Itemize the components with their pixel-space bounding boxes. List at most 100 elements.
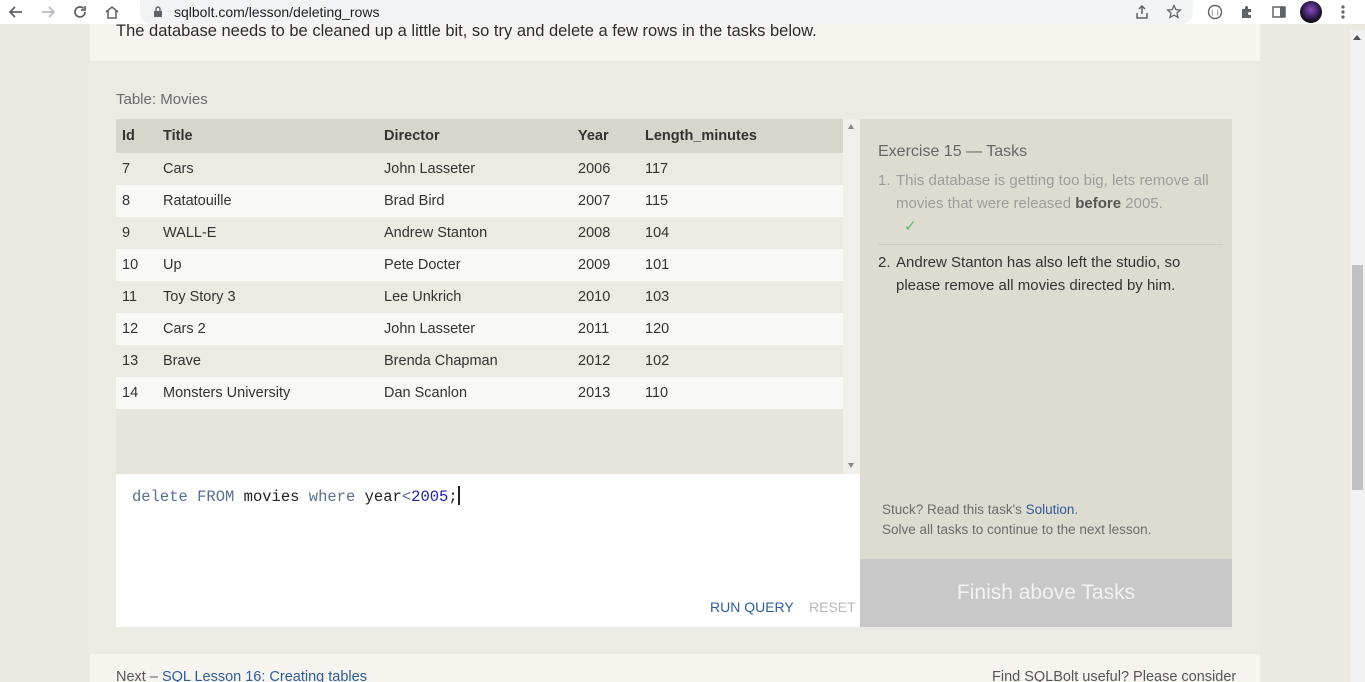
address-bar[interactable]: sqlbolt.com/lesson/deleting_rows: [140, 0, 1193, 24]
table-cell: 101: [639, 249, 843, 281]
table-cell: John Lasseter: [378, 153, 572, 185]
bookmark-star-icon[interactable]: [1163, 1, 1185, 23]
movies-table: Id Title Director Year Length_minutes 7 …: [116, 119, 843, 409]
table-row: 13 Brave Brenda Chapman 2012 102: [116, 345, 843, 377]
sql-keyword: delete: [132, 488, 188, 506]
table-cell: 102: [639, 345, 843, 377]
url-text[interactable]: sqlbolt.com/lesson/deleting_rows: [174, 4, 379, 20]
table-row: 12 Cars 2 John Lasseter 2011 120: [116, 313, 843, 345]
table-cell: 120: [639, 313, 843, 345]
solve-all-note: Solve all tasks to continue to the next …: [882, 522, 1152, 537]
sql-semicolon: ;: [448, 488, 458, 506]
lock-icon[interactable]: [152, 6, 164, 18]
table-cell: Pete Docter: [378, 249, 572, 281]
table-cell: WALL-E: [157, 217, 378, 249]
scrollbar-thumb[interactable]: [1352, 265, 1363, 490]
table-cell: Brenda Chapman: [378, 345, 572, 377]
table-cell: 7: [116, 153, 157, 185]
scroll-up-arrow-icon[interactable]: [848, 124, 854, 129]
column-header: Length_minutes: [639, 119, 843, 153]
task-number: 1.: [878, 172, 891, 189]
stuck-hint: Stuck? Read this task's Solution.: [882, 502, 1078, 517]
table-cell: Andrew Stanton: [378, 217, 572, 249]
sql-operator: <: [401, 488, 412, 506]
lesson-page: The database needs to be cleaned up a li…: [90, 22, 1260, 682]
table-cell: Up: [157, 249, 378, 281]
table-row: 11 Toy Story 3 Lee Unkrich 2010 103: [116, 281, 843, 313]
reset-button[interactable]: RESET: [809, 599, 856, 615]
extension-circle-icon[interactable]: ( ): [1203, 0, 1227, 24]
scroll-down-arrow-icon[interactable]: [848, 463, 854, 468]
results-scrollbar[interactable]: [843, 119, 860, 474]
browser-toolbar: sqlbolt.com/lesson/deleting_rows ( ): [0, 0, 1365, 24]
column-header: Year: [572, 119, 639, 153]
task-number: 2.: [878, 254, 891, 271]
task-list: 1. This database is getting too big, let…: [878, 169, 1223, 303]
table-cell: 2013: [572, 377, 639, 409]
table-cell: Dan Scanlon: [378, 377, 572, 409]
table-cell: 8: [116, 185, 157, 217]
sql-query-text[interactable]: delete FROM movies where year<2005;: [132, 486, 460, 506]
run-query-button[interactable]: RUN QUERY: [710, 599, 794, 615]
page-scrollbar[interactable]: [1350, 30, 1365, 682]
finish-tasks-button[interactable]: Finish above Tasks: [860, 559, 1232, 627]
task-text: This database is getting too big, lets r…: [896, 169, 1223, 238]
svg-text:( ): ( ): [1211, 9, 1219, 17]
side-panel-icon[interactable]: [1267, 0, 1291, 24]
task-text: Andrew Stanton has also left the studio,…: [896, 254, 1181, 294]
task-item: 2. Andrew Stanton has also left the stud…: [878, 251, 1223, 303]
task-text-part: 2005.: [1121, 195, 1163, 212]
sql-number: 2005: [411, 488, 449, 506]
table-cell: 11: [116, 281, 157, 313]
table-row: 8 Ratatouille Brad Bird 2007 115: [116, 185, 843, 217]
table-cell: Monsters University: [157, 377, 378, 409]
stuck-text-end: .: [1074, 502, 1079, 517]
sql-editor[interactable]: delete FROM movies where year<2005; RUN …: [116, 474, 860, 627]
checkmark-icon: ✓: [904, 218, 917, 235]
sql-identifier: year: [364, 488, 402, 506]
stuck-text: Stuck? Read this task's: [882, 502, 1026, 517]
table-cell: 110: [639, 377, 843, 409]
table-cell: 2006: [572, 153, 639, 185]
table-cell: 2010: [572, 281, 639, 313]
scroll-up-arrow-icon[interactable]: [1353, 35, 1361, 40]
reload-icon[interactable]: [64, 0, 96, 24]
table-row: 9 WALL-E Andrew Stanton 2008 104: [116, 217, 843, 249]
table-row: 7 Cars John Lasseter 2006 117: [116, 153, 843, 185]
table-cell: 2007: [572, 185, 639, 217]
tasks-panel: Exercise 15 — Tasks 1. This database is …: [860, 119, 1232, 627]
table-cell: 10: [116, 249, 157, 281]
table-cell: 2008: [572, 217, 639, 249]
column-header: Title: [157, 119, 378, 153]
table-row: 14 Monsters University Dan Scanlon 2013 …: [116, 377, 843, 409]
lesson-intro-text: The database needs to be cleaned up a li…: [116, 22, 817, 40]
table-cell: Ratatouille: [157, 185, 378, 217]
solution-link[interactable]: Solution: [1026, 502, 1075, 517]
table-cell: Toy Story 3: [157, 281, 378, 313]
table-cell: 9: [116, 217, 157, 249]
home-icon[interactable]: [96, 0, 128, 24]
sql-keyword: where: [308, 488, 356, 506]
table-cell: Lee Unkrich: [378, 281, 572, 313]
table-cell: 104: [639, 217, 843, 249]
extensions-puzzle-icon[interactable]: [1235, 0, 1259, 24]
sql-keyword: FROM: [197, 488, 235, 506]
text-cursor: [457, 486, 460, 505]
profile-avatar[interactable]: [1299, 0, 1323, 24]
table-cell: 2012: [572, 345, 639, 377]
query-results: Id Title Director Year Length_minutes 7 …: [116, 119, 843, 474]
task-item-completed: 1. This database is getting too big, let…: [878, 169, 1223, 245]
table-cell: 117: [639, 153, 843, 185]
column-header: Id: [116, 119, 157, 153]
table-cell: Brave: [157, 345, 378, 377]
next-lesson-link[interactable]: SQL Lesson 16: Creating tables: [162, 669, 367, 682]
kebab-menu-icon[interactable]: [1331, 0, 1355, 24]
table-cell: 115: [639, 185, 843, 217]
table-cell: 13: [116, 345, 157, 377]
share-icon[interactable]: [1131, 1, 1153, 23]
next-prefix: Next –: [116, 669, 162, 682]
forward-arrow-icon[interactable]: [32, 0, 64, 24]
task-text-bold: before: [1075, 195, 1122, 212]
back-arrow-icon[interactable]: [0, 0, 32, 24]
tasks-title: Exercise 15 — Tasks: [878, 143, 1028, 160]
